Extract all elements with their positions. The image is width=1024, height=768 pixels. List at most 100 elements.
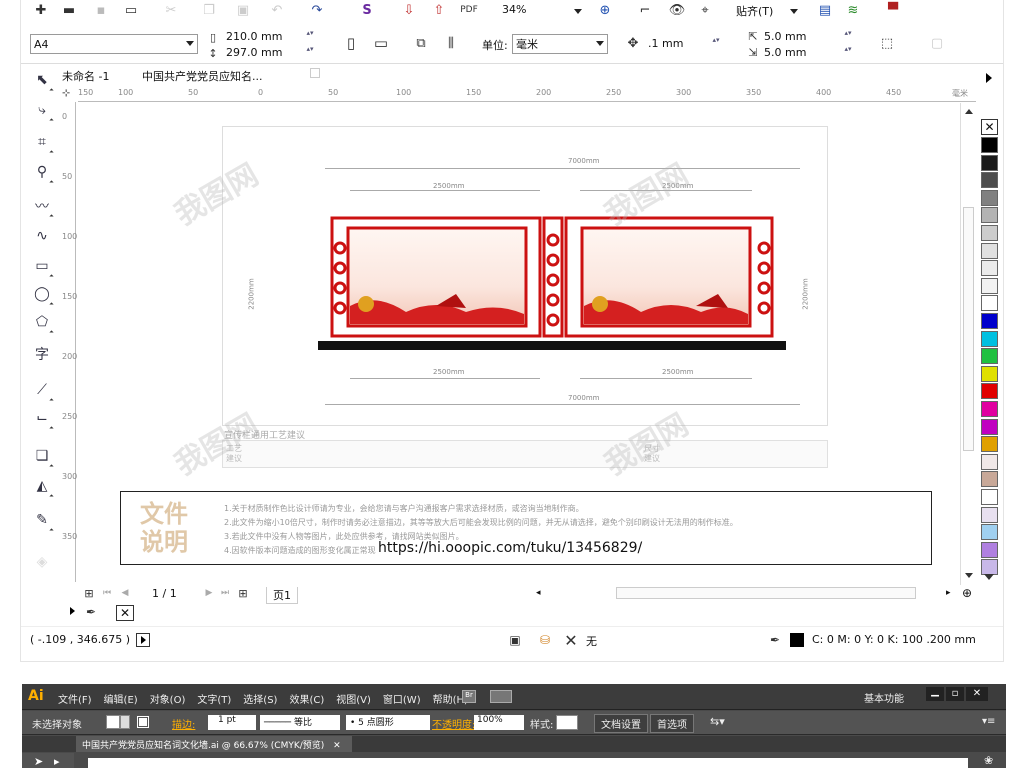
palette-swatch[interactable] bbox=[981, 418, 998, 435]
ai-arrange-docs-icon[interactable]: ⇆▾ bbox=[710, 715, 725, 728]
print-icon[interactable]: ▭ bbox=[122, 1, 140, 19]
horizontal-ruler[interactable]: 150 100 50 0 50 100 150 200 250 300 350 … bbox=[78, 86, 976, 102]
page-options-icon[interactable]: ▢ bbox=[928, 34, 946, 52]
ai-selection-tool-icon[interactable]: ➤ bbox=[34, 755, 43, 768]
snap-to-menu[interactable]: 贴齐(T) bbox=[736, 3, 773, 19]
zoom-level[interactable]: 34% bbox=[502, 3, 526, 16]
page-size-select[interactable]: A4 bbox=[30, 34, 198, 54]
ai-style-swatch[interactable] bbox=[556, 715, 578, 730]
ai-document-setup-button[interactable]: 文档设置 bbox=[594, 714, 648, 733]
palette-swatch[interactable] bbox=[981, 313, 998, 329]
duplicate-y-field[interactable]: 5.0 mm bbox=[764, 46, 806, 59]
portrait-icon[interactable]: ▯ bbox=[342, 34, 360, 52]
fullscreen-icon[interactable]: ⊕ bbox=[596, 1, 614, 19]
nudge-spinner-icon[interactable]: ▴▾ bbox=[712, 36, 720, 52]
ai-menu-item[interactable]: 文件(F) bbox=[58, 695, 92, 706]
rulers-icon[interactable]: ⌐ bbox=[636, 1, 654, 19]
pick-tool-icon[interactable]: ⬉ bbox=[30, 68, 54, 93]
palette-scroll-icon[interactable] bbox=[984, 574, 994, 580]
dup-x-spinner-icon[interactable]: ▴▾ bbox=[844, 29, 852, 45]
view-icon[interactable]: 👁 bbox=[668, 1, 686, 19]
artistic-media-icon[interactable]: ∿ bbox=[30, 224, 54, 248]
palette-swatch[interactable] bbox=[981, 277, 998, 294]
ai-panel-menu-icon[interactable]: ▾≡ bbox=[982, 716, 995, 727]
ai-brush[interactable]: • 5 点圆形 bbox=[346, 715, 430, 730]
vertical-scrollbar[interactable] bbox=[960, 103, 976, 585]
ai-opacity-value[interactable]: 100% bbox=[474, 715, 524, 730]
palette-swatch[interactable] bbox=[981, 172, 998, 189]
new-document-icon[interactable]: ✚ bbox=[32, 1, 50, 19]
ai-menu-item[interactable]: 视图(V) bbox=[336, 695, 371, 706]
palette-swatch[interactable] bbox=[981, 137, 998, 153]
add-page-after-icon[interactable]: ⊞ bbox=[234, 584, 252, 602]
publish-pdf-icon[interactable]: PDF bbox=[460, 1, 478, 19]
horizontal-scroll-thumb[interactable] bbox=[616, 587, 916, 599]
ai-fill-swatch[interactable] bbox=[106, 715, 120, 729]
ai-canvas[interactable] bbox=[88, 758, 968, 768]
doc-palette-eyedropper-icon[interactable]: ✒ bbox=[82, 603, 100, 621]
ai-menu-item[interactable]: 窗口(W) bbox=[383, 695, 421, 706]
open-folder-icon[interactable]: ▬ bbox=[60, 1, 78, 19]
ai-panel-icon[interactable]: ❀ bbox=[984, 754, 993, 767]
ai-direct-select-icon[interactable]: ▸ bbox=[54, 755, 60, 768]
ai-minimize-button[interactable]: ▁ bbox=[926, 687, 944, 701]
hscroll-left-icon[interactable]: ◂ bbox=[536, 588, 541, 598]
bulletin-board-artwork[interactable] bbox=[316, 214, 788, 352]
doc-palette-expand-icon[interactable] bbox=[70, 607, 75, 615]
tab-close-icon[interactable] bbox=[310, 68, 320, 78]
tab-untitled[interactable]: 未命名 -1 bbox=[62, 68, 109, 84]
first-page-icon[interactable]: ⏮ bbox=[98, 584, 116, 602]
import-icon[interactable]: ⇩ bbox=[400, 1, 418, 19]
page-tab[interactable]: 页1 bbox=[266, 587, 298, 604]
palette-swatch[interactable] bbox=[981, 295, 998, 312]
eyedropper-tool-icon[interactable]: ✎ bbox=[30, 508, 54, 533]
cut-icon[interactable]: ✂ bbox=[162, 1, 180, 19]
palette-swatch[interactable] bbox=[981, 330, 998, 347]
rectangle-tool-icon[interactable]: ▭ bbox=[30, 254, 54, 279]
palette-swatch[interactable] bbox=[981, 524, 998, 541]
add-page-before-icon[interactable]: ⊞ bbox=[80, 584, 98, 602]
crop-tool-icon[interactable]: ⌗ bbox=[30, 130, 54, 155]
palette-swatch[interactable] bbox=[981, 559, 998, 576]
palette-swatch[interactable] bbox=[981, 506, 998, 523]
welcome-screen-icon[interactable]: ▀ bbox=[884, 1, 902, 19]
search-content-icon[interactable]: S bbox=[358, 1, 376, 19]
scroll-up-icon[interactable] bbox=[965, 109, 973, 114]
snap-dropdown-icon[interactable] bbox=[790, 9, 798, 14]
undo-icon[interactable]: ↶ bbox=[268, 1, 286, 19]
ai-menu-item[interactable]: 文字(T) bbox=[197, 695, 231, 706]
status-expand-icon[interactable] bbox=[136, 633, 150, 647]
hscroll-right-icon[interactable]: ▸ bbox=[946, 588, 951, 598]
scroll-down-icon[interactable] bbox=[965, 573, 973, 578]
palette-swatch[interactable] bbox=[981, 348, 998, 365]
ai-arrange-icon[interactable] bbox=[490, 690, 512, 703]
doc-palette-none-swatch[interactable]: ✕ bbox=[116, 605, 134, 621]
palette-swatch[interactable] bbox=[981, 471, 998, 488]
palette-swatch[interactable] bbox=[981, 260, 998, 277]
current-page-icon[interactable]: ⫼ bbox=[442, 34, 460, 52]
page-height-field[interactable]: 297.0 mm bbox=[226, 46, 282, 59]
palette-swatch[interactable] bbox=[981, 383, 998, 400]
tab-party-doc[interactable]: 中国共产党党员应知名... bbox=[142, 68, 263, 84]
ai-document-tab[interactable]: 中国共产党党员应知名词文化墙.ai @ 66.67% (CMYK/预览) ✕ bbox=[76, 736, 352, 752]
polygon-tool-icon[interactable]: ⬠ bbox=[30, 310, 54, 335]
treat-as-filled-icon[interactable]: ⬚ bbox=[878, 34, 896, 52]
redo-icon[interactable]: ↷ bbox=[308, 1, 326, 19]
ai-stroke-weight[interactable]: 1 pt bbox=[208, 715, 256, 730]
paste-icon[interactable]: ▣ bbox=[234, 1, 252, 19]
duplicate-x-field[interactable]: 5.0 mm bbox=[764, 30, 806, 43]
palette-swatch[interactable] bbox=[981, 541, 998, 558]
app-launcher-icon[interactable]: ≋ bbox=[844, 1, 862, 19]
palette-swatch[interactable] bbox=[981, 189, 998, 206]
ai-stroke-swatch[interactable] bbox=[136, 715, 150, 729]
dup-y-spinner-icon[interactable]: ▴▾ bbox=[844, 45, 852, 61]
height-spinner-icon[interactable]: ▴▾ bbox=[306, 45, 314, 61]
ai-fill-dropdown[interactable] bbox=[120, 715, 130, 729]
ai-workspace[interactable]: 基本功能 bbox=[864, 690, 904, 705]
vertical-ruler[interactable]: 0 50 100 150 200 250 300 350 bbox=[60, 102, 77, 582]
palette-swatch[interactable] bbox=[981, 365, 998, 382]
export-icon[interactable]: ⇧ bbox=[430, 1, 448, 19]
palette-swatch[interactable] bbox=[981, 242, 998, 259]
units-select[interactable]: 毫米 bbox=[512, 34, 608, 54]
palette-swatch[interactable] bbox=[981, 225, 998, 241]
